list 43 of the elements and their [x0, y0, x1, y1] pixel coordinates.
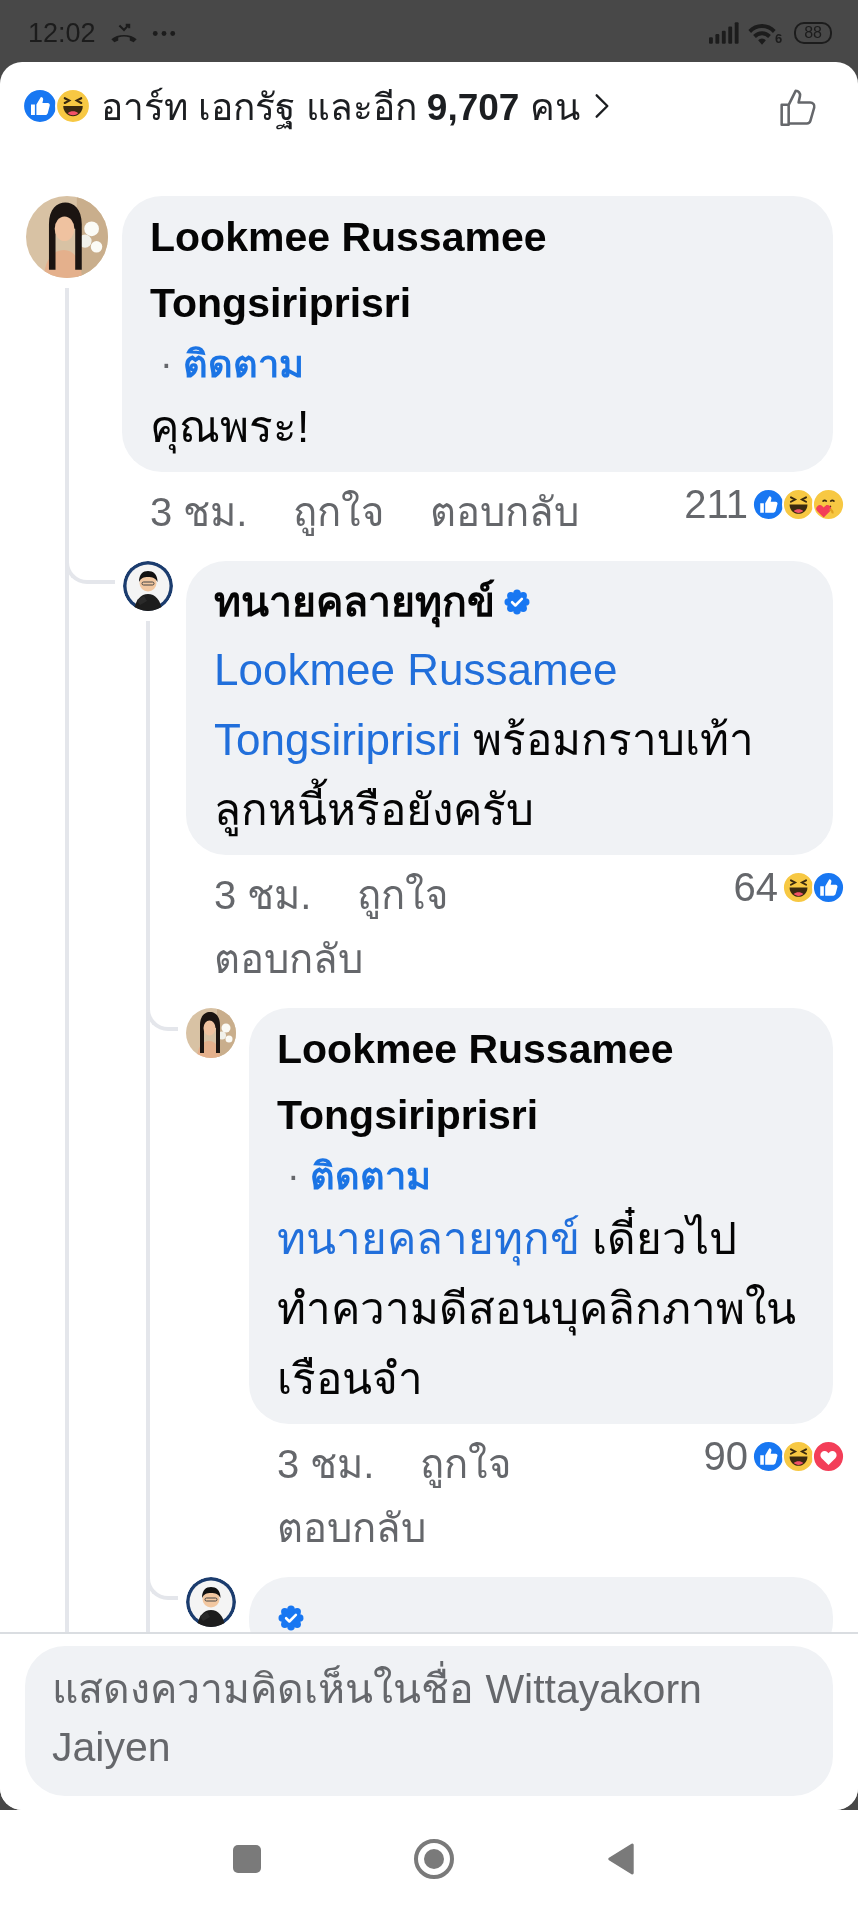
laughing-emoji-icon	[782, 871, 815, 904]
action-link[interactable]: ถูกใจ	[420, 1432, 512, 1496]
action-link[interactable]: ตอบกลับ	[430, 480, 580, 544]
back-button[interactable]	[605, 1842, 637, 1875]
action-link[interactable]: ถูกใจ	[357, 863, 449, 927]
laughing-emoji-icon	[55, 88, 91, 124]
reaction-count: 90	[703, 1434, 748, 1479]
comment-time: 3 ชม.	[277, 1441, 375, 1488]
author-name[interactable]: Lookmee Russamee Tongsiriprisri	[150, 204, 805, 336]
like-icon	[812, 871, 845, 904]
comment-time: 3 ชม.	[214, 872, 312, 919]
comment-text: ทนายคลายทุกข์ เดี๋ยวไปทำความดีสอนบุคลิกภาพในเรือนจำ	[277, 1204, 805, 1414]
separator-dot: ·	[160, 343, 173, 385]
reaction-count: 64	[733, 865, 778, 910]
follow-link[interactable]: ติดตาม	[310, 1155, 432, 1197]
separator-dot: ·	[287, 1155, 300, 1197]
chevron-right-icon	[593, 92, 610, 120]
action-link[interactable]: ตอบกลับ	[277, 1496, 426, 1560]
like-icon	[22, 88, 58, 124]
reactions-summary-link[interactable]: อาร์ท เอกรัฐ และอีก 9,707 คน	[101, 76, 580, 136]
signal-icon	[708, 22, 739, 44]
laughing-emoji-icon	[782, 488, 815, 521]
author-name[interactable]: Lookmee Russamee Tongsiriprisri	[277, 1016, 805, 1148]
action-link[interactable]: ตอบกลับ	[214, 927, 363, 991]
comment-input[interactable]: แสดงความคิดเห็นในชื่อ Wittayakorn Jaiyen	[25, 1646, 833, 1796]
comment-text: คุณพระ!	[150, 392, 805, 462]
like-icon	[752, 1440, 785, 1473]
reaction-count: 211	[684, 482, 748, 527]
action-link[interactable]: ถูกใจ	[293, 480, 385, 544]
comment-time: 3 ชม.	[150, 489, 248, 536]
home-icon	[413, 1837, 455, 1880]
square-icon	[231, 1842, 263, 1875]
missed-call-icon	[109, 21, 138, 45]
comment-text: Lookmee Russamee Tongsiriprisri พร้อมกราบเท้าลูกหนี้หรือยังครับ	[214, 635, 805, 845]
more-icon	[151, 29, 176, 37]
follow-link[interactable]: ติดตาม	[183, 343, 305, 385]
recent-apps-button[interactable]	[231, 1842, 263, 1875]
home-button[interactable]	[413, 1837, 455, 1880]
author-name[interactable]: ทนายคลายทุกข์	[214, 569, 495, 635]
hugging-emoji-icon	[812, 488, 845, 521]
laughing-emoji-icon	[782, 1440, 815, 1473]
like-icon	[752, 488, 785, 521]
back-icon	[605, 1842, 637, 1875]
